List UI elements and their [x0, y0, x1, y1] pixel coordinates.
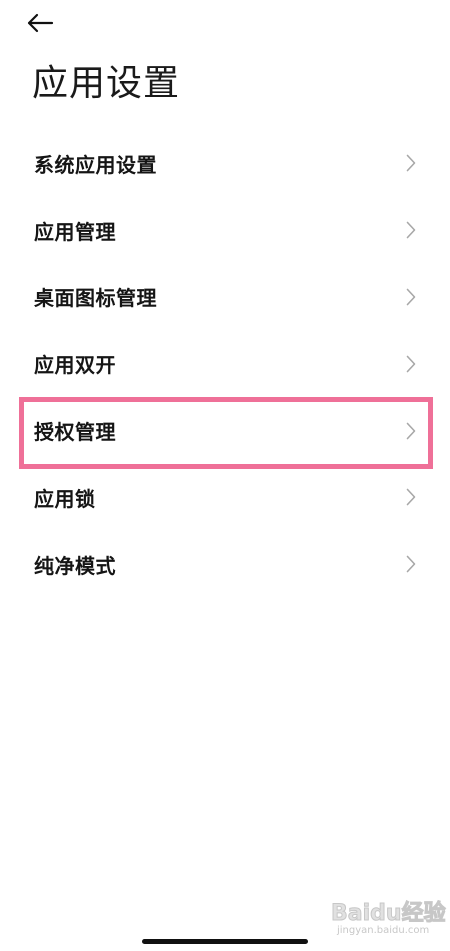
chevron-right-icon	[406, 288, 416, 306]
list-item-label: 系统应用设置	[34, 152, 157, 177]
page-title: 应用设置	[32, 63, 181, 104]
back-button[interactable]	[26, 6, 66, 40]
chevron-right-icon	[406, 555, 416, 573]
watermark-main: Baidu经验	[331, 901, 447, 927]
home-indicator[interactable]	[142, 939, 308, 944]
list-item-app-lock[interactable]: 应用锁	[0, 464, 450, 531]
list-item-system-app-settings[interactable]: 系统应用设置	[0, 130, 450, 197]
list-item-permission-management[interactable]: 授权管理	[0, 397, 450, 464]
chevron-right-icon	[406, 355, 416, 373]
settings-list: 系统应用设置 应用管理 桌面图标管理 应用双开 授权管理 应用锁 纯净模式	[0, 130, 450, 598]
watermark-sub: jingyan.baidu.com	[337, 925, 430, 936]
chevron-right-icon	[406, 489, 416, 506]
list-item-app-management[interactable]: 应用管理	[0, 197, 450, 264]
list-item-label: 授权管理	[34, 420, 116, 445]
list-item-dual-apps[interactable]: 应用双开	[0, 330, 450, 397]
list-item-label: 应用锁	[34, 486, 96, 511]
list-item-desktop-icon-management[interactable]: 桌面图标管理	[0, 264, 450, 331]
chevron-right-icon	[406, 155, 416, 172]
list-item-label: 应用管理	[34, 219, 116, 244]
list-item-label: 应用双开	[34, 353, 116, 378]
list-item-pure-mode[interactable]: 纯净模式	[0, 531, 450, 598]
list-item-label: 桌面图标管理	[34, 286, 157, 311]
watermark: Baidu经验 jingyan.baidu.com	[331, 895, 447, 943]
arrow-left-icon	[27, 13, 54, 33]
chevron-right-icon	[406, 221, 416, 239]
list-item-label: 纯净模式	[34, 553, 116, 578]
chevron-right-icon	[406, 422, 416, 439]
